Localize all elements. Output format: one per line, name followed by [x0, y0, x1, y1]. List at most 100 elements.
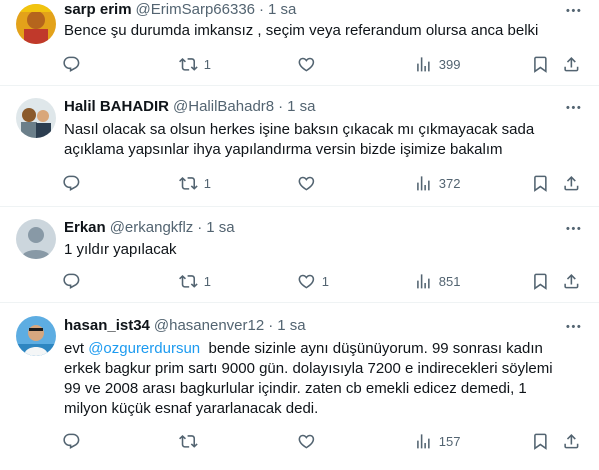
like-button[interactable] [297, 173, 322, 193]
more-icon[interactable] [563, 0, 583, 20]
views-count: 851 [438, 273, 461, 289]
share-icon [562, 55, 581, 74]
retweet-icon [179, 272, 198, 291]
tweet[interactable]: Halil BAHADIR @HalilBahadr8 · 1 sa Nasıl… [0, 86, 599, 207]
separator-dot: · [278, 98, 284, 115]
reply-button[interactable] [62, 431, 87, 451]
views-button[interactable]: 157 [414, 431, 460, 451]
text-rest: bende sizinle aynı düşünüyorum. 99 sonra… [200, 340, 543, 357]
like-button[interactable] [297, 431, 322, 451]
username[interactable]: @ErimSarp66336 [136, 0, 255, 20]
timestamp[interactable]: 1 sa [206, 218, 234, 238]
retweet-count: 1 [203, 273, 211, 289]
timestamp[interactable]: 1 sa [277, 316, 305, 336]
heart-icon [297, 272, 316, 291]
reply-icon [62, 174, 81, 193]
username[interactable]: @erkangkflz [110, 218, 194, 238]
heart-icon [297, 55, 316, 74]
retweet-count: 1 [203, 56, 211, 72]
more-icon[interactable] [563, 218, 583, 238]
bookmark-button[interactable] [531, 271, 550, 291]
tweet-text-line: milyon küçük esnaf yararlanacak dedi. [64, 400, 319, 417]
tweet-text: evt @ozgurerdursun bende sizinle aynı dü… [64, 339, 584, 419]
heart-icon [297, 432, 316, 451]
retweet-icon [179, 174, 198, 193]
like-count: 1 [321, 273, 329, 289]
action-bar: 157 [0, 431, 599, 451]
share-button[interactable] [562, 54, 581, 74]
share-icon [562, 432, 581, 451]
views-count: 372 [438, 175, 461, 191]
more-icon[interactable] [563, 316, 583, 336]
separator-dot: · [259, 1, 264, 18]
reply-button[interactable] [62, 271, 87, 291]
reply-button[interactable] [62, 54, 87, 74]
bookmark-icon [531, 174, 550, 193]
tweet-text: 1 yıldır yapılacak [64, 241, 177, 258]
views-button[interactable]: 372 [414, 173, 460, 193]
mention-link[interactable]: @ozgurerdursun [88, 340, 200, 357]
views-icon [414, 432, 433, 451]
retweet-button[interactable]: 1 [179, 54, 211, 74]
display-name[interactable]: hasan_ist34 [64, 316, 150, 336]
reply-icon [62, 272, 81, 291]
heart-icon [297, 174, 316, 193]
tweet-header: hasan_ist34 @hasanenver12 · 1 sa [64, 316, 306, 336]
tweet-header: Erkan @erkangkflz · 1 sa [64, 218, 235, 238]
reply-button[interactable] [62, 173, 87, 193]
tweet-header: Halil BAHADIR @HalilBahadr8 · 1 sa [64, 97, 316, 117]
action-bar: 1 1 851 [0, 271, 599, 291]
tweet-text-line: açıklama yapsınlar ihya yapılandırma ver… [64, 141, 503, 158]
separator-dot: · [197, 219, 203, 236]
username[interactable]: @hasanenver12 [154, 316, 264, 336]
tweet-header: sarp erim @ErimSarp66336 · 1 sa [64, 0, 296, 20]
share-button[interactable] [562, 271, 581, 291]
bookmark-button[interactable] [531, 173, 550, 193]
share-button[interactable] [562, 431, 581, 451]
retweet-icon [179, 55, 198, 74]
tweet-text-line: erkek bagkur prim sartı 9000 gün. dolayı… [64, 360, 553, 377]
tweet[interactable]: sarp erim @ErimSarp66336 · 1 sa Bence şu… [0, 0, 599, 86]
share-button[interactable] [562, 173, 581, 193]
avatar[interactable] [16, 98, 56, 138]
views-button[interactable]: 399 [414, 54, 460, 74]
bookmark-icon [531, 272, 550, 291]
tweet-text-line: evt @ozgurerdursun bende sizinle aynı dü… [64, 339, 584, 359]
avatar[interactable] [16, 219, 56, 259]
reply-icon [62, 432, 81, 451]
bookmark-icon [531, 55, 550, 74]
share-icon [562, 174, 581, 193]
retweet-icon [179, 432, 198, 451]
tweet-text-line: 99 ve 2008 arası bagkurlular içindir. za… [64, 380, 527, 397]
avatar[interactable] [16, 316, 56, 356]
tweet-text-line: Nasıl olacak sa olsun herkes işine baksı… [64, 121, 535, 138]
separator-dot: · [268, 317, 274, 334]
tweet[interactable]: hasan_ist34 @hasanenver12 · 1 sa evt @oz… [0, 303, 599, 470]
views-icon [414, 272, 433, 291]
display-name[interactable]: sarp erim [64, 0, 132, 20]
retweet-button[interactable]: 1 [179, 271, 211, 291]
text-prefix: evt [64, 340, 89, 357]
retweet-count: 1 [203, 175, 211, 191]
avatar[interactable] [16, 4, 56, 44]
timestamp[interactable]: 1 sa [287, 97, 315, 117]
username[interactable]: @HalilBahadr8 [173, 97, 274, 117]
retweet-button[interactable]: 1 [179, 173, 211, 193]
display-name[interactable]: Halil BAHADIR [64, 97, 169, 117]
timestamp[interactable]: 1 sa [268, 0, 296, 20]
action-bar: 1 399 [0, 54, 599, 74]
views-button[interactable]: 851 [414, 271, 460, 291]
more-icon[interactable] [563, 97, 583, 117]
tweet[interactable]: Erkan @erkangkflz · 1 sa 1 yıldır yapıla… [0, 207, 599, 303]
share-icon [562, 272, 581, 291]
retweet-button[interactable] [179, 431, 204, 451]
like-button[interactable]: 1 [297, 271, 329, 291]
bookmark-button[interactable] [531, 54, 550, 74]
like-button[interactable] [297, 54, 322, 74]
bookmark-button[interactable] [531, 431, 550, 451]
tweet-text: Bence şu durumda imkansız , seçim veya r… [64, 22, 539, 39]
bookmark-icon [531, 432, 550, 451]
views-icon [414, 55, 433, 74]
action-bar: 1 372 [0, 173, 599, 193]
display-name[interactable]: Erkan [64, 218, 106, 238]
